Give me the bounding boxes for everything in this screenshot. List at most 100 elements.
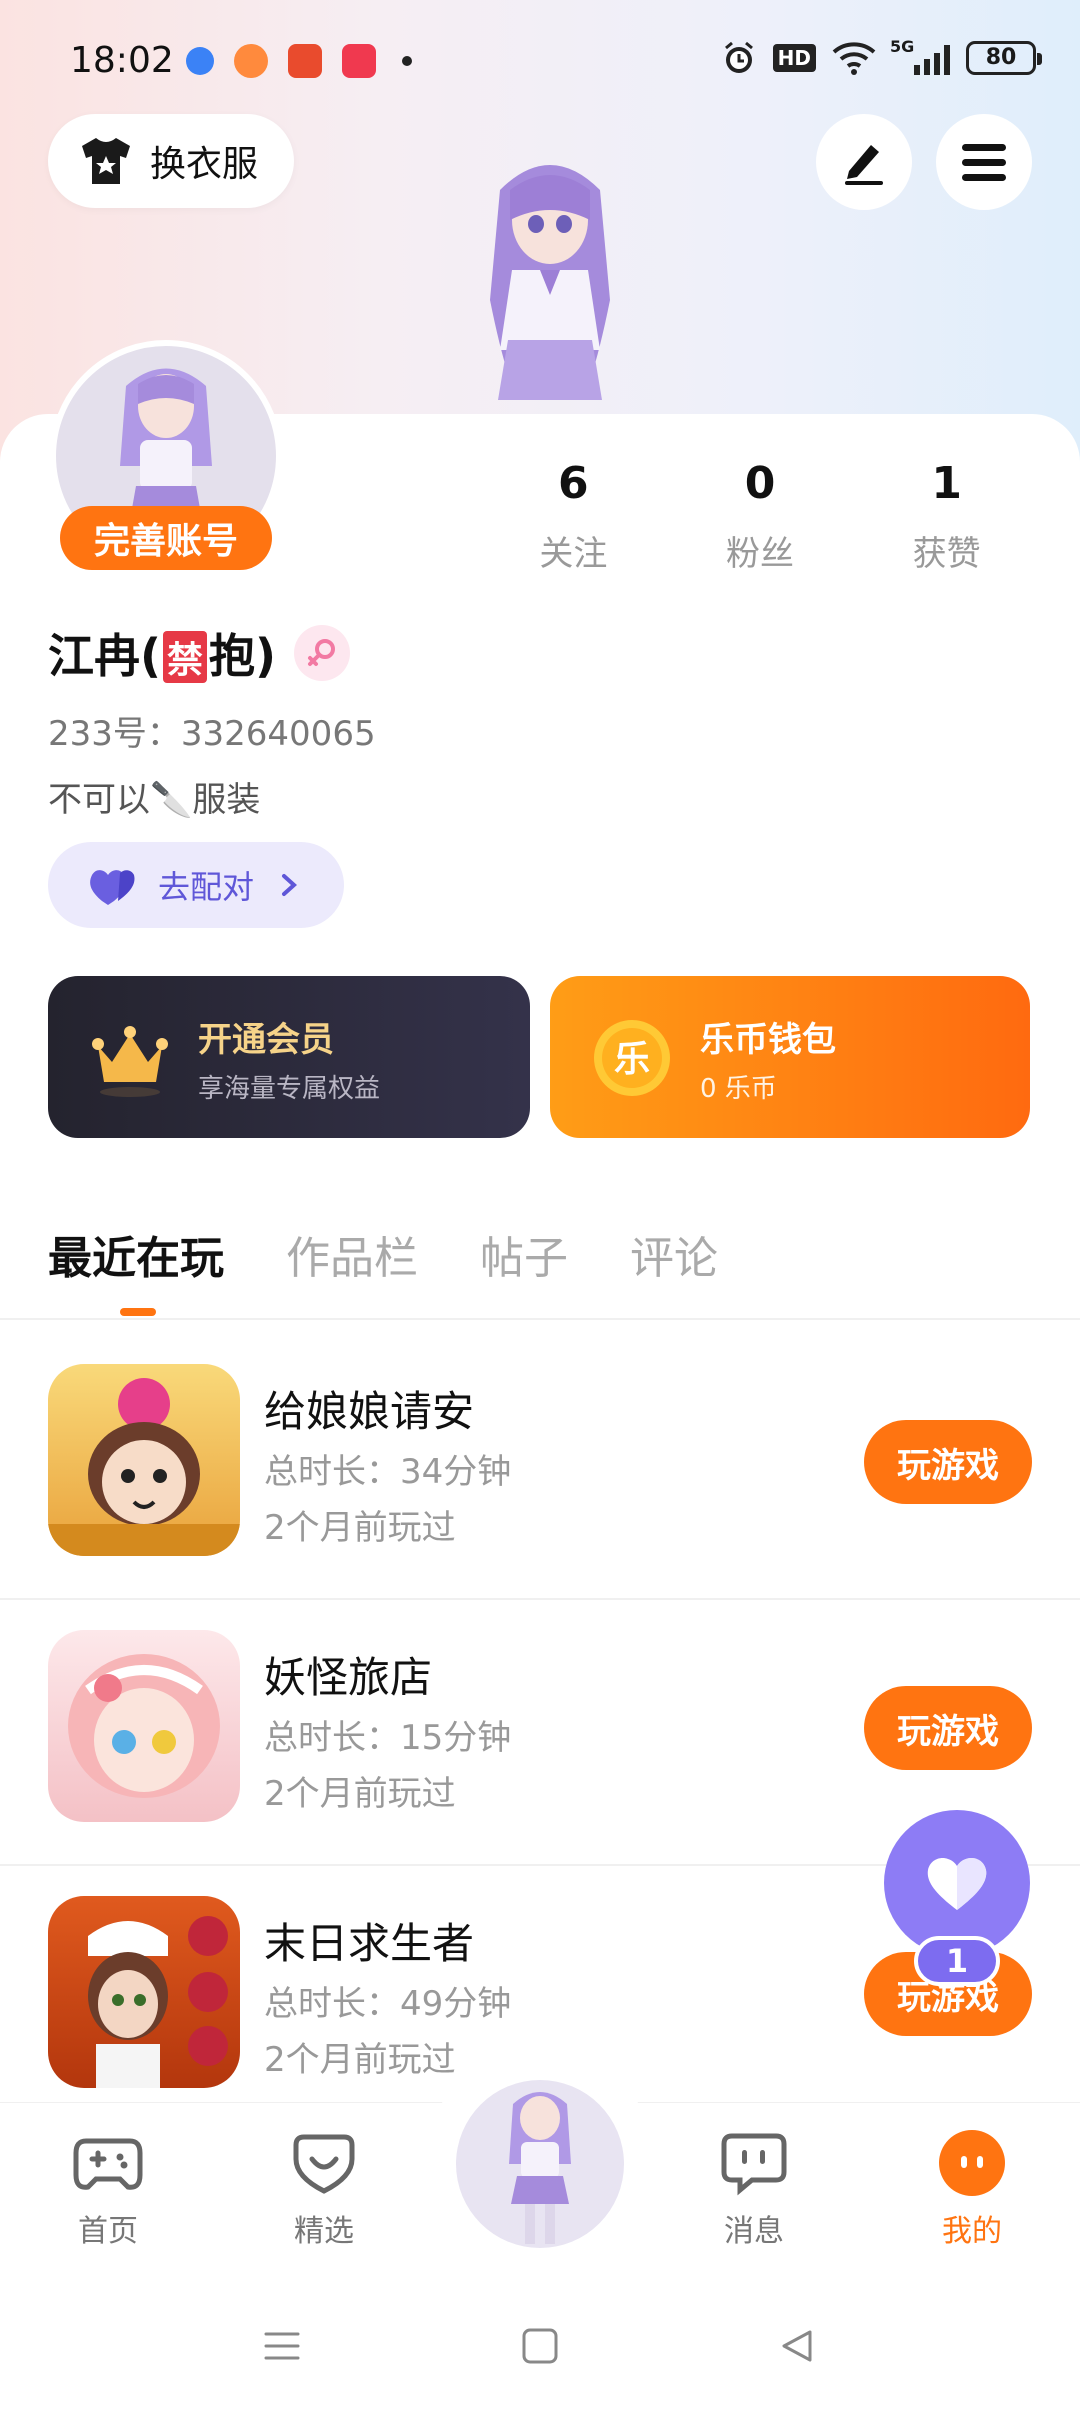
app-notification-icon [234,44,268,78]
profile-stats: 6 关注 0 粉丝 1 获赞 [480,456,1040,575]
nav-messages-label: 消息 [724,2214,784,2249]
tab-posts[interactable]: 帖子 [480,1222,568,1286]
game-last-played: 2个月前玩过 [264,2040,456,2080]
game-icon [48,1630,240,1822]
stat-likes[interactable]: 1 获赞 [853,456,1040,575]
coin-glyph: 乐 [614,1039,650,1080]
recent-apps-icon[interactable] [262,2326,302,2366]
profile-screen: 18:02 HD 5G 80 换衣服 完善账号 6 关注 0 粉丝 1 获赞 江… [0,0,1080,2412]
nav-profile-label: 我的 [942,2214,1002,2249]
app-notification-icon [186,47,214,75]
vip-title: 开通会员 [198,1020,334,1060]
vip-membership-card[interactable]: 开通会员 享海量专属权益 [48,976,530,1138]
game-duration: 总时长：15分钟 [264,1718,512,1758]
tab-works[interactable]: 作品栏 [286,1222,418,1286]
heart-pocket-icon [287,2128,361,2198]
avatar-figure [509,2092,571,2244]
heart-icon [927,1858,987,1910]
nav-home[interactable]: 首页 [38,2128,178,2250]
go-match-button[interactable]: 去配对 [48,842,344,928]
profile-face-icon [935,2128,1009,2198]
game-last-played: 2个月前玩过 [264,1508,456,1548]
game-duration: 总时长：34分钟 [264,1452,512,1492]
play-game-button[interactable]: 玩游戏 [864,1686,1032,1770]
pen-icon [845,145,883,185]
list-item[interactable]: 给娘娘请安 总时长：34分钟 2个月前玩过 玩游戏 [0,1334,1080,1600]
followers-count: 0 [744,458,776,509]
vip-subtitle: 享海量专属权益 [198,1074,381,1104]
complete-account-button[interactable]: 完善账号 [60,506,272,570]
edit-profile-button[interactable] [816,114,912,210]
user-id: 233号：332640065 [48,714,376,754]
nav-profile[interactable]: 我的 [902,2128,1042,2250]
battery-indicator: 80 [966,41,1042,75]
double-heart-icon [90,870,135,905]
change-outfit-label: 换衣服 [150,144,259,185]
likes-label: 获赞 [912,534,981,574]
app-notification-icon [288,44,322,78]
floating-heart-button[interactable] [884,1810,1030,1956]
tab-divider [0,1318,1080,1320]
hamburger-menu-icon [962,144,1006,181]
system-icons: HD 5G 80 [721,37,1042,76]
following-label: 关注 [539,534,608,574]
wallet-title: 乐币钱包 [700,1020,836,1060]
stat-following[interactable]: 6 关注 [480,456,667,575]
nav-featured-label: 精选 [294,2214,354,2249]
nav-home-label: 首页 [78,2214,138,2249]
game-title: 末日求生者 [264,1919,475,1968]
go-match-label: 去配对 [158,868,255,906]
floating-badge-count: 1 [914,1936,1000,1986]
play-game-button[interactable]: 玩游戏 [864,1420,1032,1504]
hd-icon: HD [772,44,816,72]
coin-icon: 乐 [594,1020,670,1096]
nav-avatar-button[interactable] [456,2080,624,2248]
profile-avatar[interactable]: 完善账号 [50,340,282,572]
game-last-played: 2个月前玩过 [264,1774,456,1814]
alarm-icon [724,41,753,73]
game-title: 妖怪旅店 [264,1653,433,1702]
username-suffix: 抱) [209,629,277,683]
chevron-right-icon [282,874,298,896]
stat-followers[interactable]: 0 粉丝 [667,456,854,575]
wallet-balance: 0 乐币 [700,1074,777,1104]
music-notification-icon [342,44,376,78]
more-notifications-dot [402,56,412,66]
game-title: 给娘娘请安 [264,1387,475,1436]
username-prefix: 江冉( [48,629,162,683]
user-bio: 不可以🔪服装 [48,780,261,820]
game-icon [48,1364,240,1556]
menu-button[interactable] [936,114,1032,210]
game-duration: 总时长：49分钟 [264,1984,512,2024]
wifi-icon [832,42,876,75]
crown-icon [92,1026,168,1097]
network-type-label: 5G [890,37,915,56]
followers-label: 粉丝 [726,534,794,574]
notification-icons [186,44,412,78]
female-gender-icon [294,625,351,681]
gamepad-icon [71,2128,145,2198]
status-bar: 18:02 HD 5G 80 [0,30,1080,94]
tab-comments[interactable]: 评论 [630,1222,718,1286]
following-count: 6 [558,458,589,509]
nav-messages[interactable]: 消息 [684,2128,824,2250]
change-outfit-button[interactable]: 换衣服 [48,114,294,208]
signal-icon: 5G [890,37,950,75]
system-navigation-bar [0,2282,1080,2412]
tshirt-icon [82,138,130,184]
username: 江冉(禁抱) [48,620,276,686]
likes-count: 1 [931,458,962,509]
nav-featured[interactable]: 精选 [254,2128,394,2250]
chat-icon [717,2128,791,2198]
game-icon [48,1896,240,2088]
active-tab-indicator [120,1308,156,1316]
back-icon[interactable] [776,2326,816,2366]
profile-tabs: 最近在玩 作品栏 帖子 评论 [48,1222,718,1286]
home-icon[interactable] [520,2326,560,2366]
ban-emoji: 禁 [163,631,208,683]
avatar-character-image[interactable] [450,150,650,414]
tab-recent-play[interactable]: 最近在玩 [48,1222,224,1286]
username-row: 江冉(禁抱) [48,620,351,686]
wallet-card[interactable]: 乐 乐币钱包 0 乐币 [550,976,1030,1138]
status-time: 18:02 [70,40,174,81]
